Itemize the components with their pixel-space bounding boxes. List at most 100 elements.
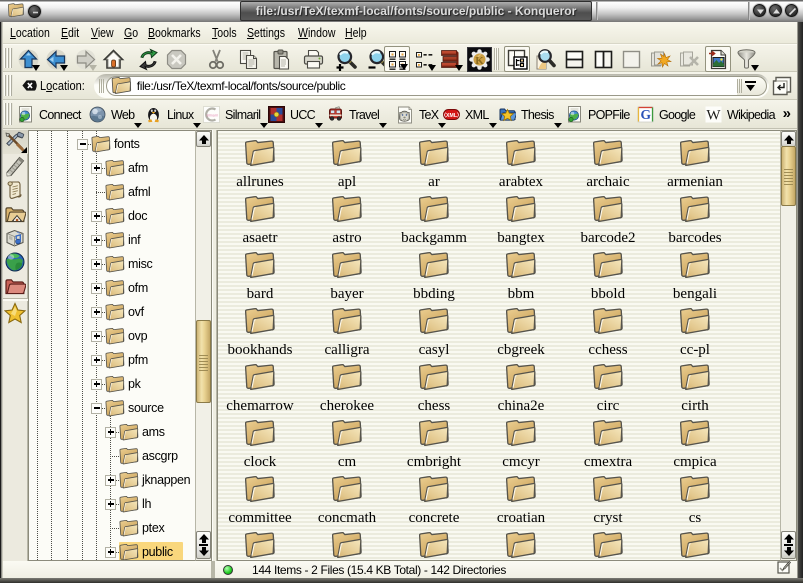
tree-expander-plus[interactable] (91, 163, 102, 174)
tree-expander-plus[interactable] (91, 211, 102, 222)
scroll-updown-button[interactable] (196, 531, 211, 559)
up-button[interactable] (15, 46, 41, 72)
tree-expander-plus[interactable] (91, 331, 102, 342)
forward-button[interactable] (72, 46, 98, 72)
clear-location-icon[interactable] (22, 79, 37, 92)
reload-button[interactable] (136, 46, 162, 72)
folder-item-apl[interactable]: apl (304, 139, 390, 190)
cut-button[interactable] (204, 46, 230, 72)
folder-item-croatian[interactable]: croatian (478, 475, 564, 526)
bookmark-tex[interactable]: TeX (395, 103, 438, 126)
bookmark-toolbar-grip[interactable] (4, 103, 13, 125)
tree-expander-plus[interactable] (105, 499, 116, 510)
folder-item-casyl[interactable]: casyl (391, 307, 477, 358)
folder-item-cmextra[interactable]: cmextra (565, 419, 651, 470)
tree-item-public[interactable]: public (119, 540, 183, 561)
konqueror-gear-button[interactable]: K (466, 46, 492, 72)
folder-item-concmath[interactable]: concmath (304, 475, 390, 526)
folder-item[interactable] (304, 531, 390, 561)
tree-item-doc[interactable]: doc (105, 204, 157, 228)
bookmark-connect[interactable]: Connect (17, 103, 81, 126)
location-toolbar-grip[interactable] (4, 75, 13, 96)
folder-item-bbm[interactable]: bbm (478, 251, 564, 302)
bookmark-travel[interactable]: Travel (327, 103, 379, 126)
menu-tools[interactable]: Tools (212, 23, 237, 42)
close-tab-button[interactable] (676, 46, 702, 72)
menu-edit[interactable]: Edit (61, 23, 79, 42)
go-enter-icon[interactable] (772, 76, 792, 96)
minimize-button[interactable] (753, 4, 766, 17)
folder-item-barcodes[interactable]: barcodes (652, 195, 738, 246)
tree-scrollbar[interactable] (195, 130, 212, 561)
tree-expander-plus[interactable] (91, 355, 102, 366)
sidebar-tab-tools[interactable] (3, 130, 28, 154)
folder-item-barcode2[interactable]: barcode2 (565, 195, 651, 246)
tree-expander-plus[interactable] (91, 307, 102, 318)
bookmark-xml[interactable]: 〈XML〉XML (443, 103, 489, 126)
folder-item[interactable] (565, 531, 651, 561)
tree-item-pk[interactable]: pk (105, 372, 151, 396)
bookmark-web[interactable]: Web (89, 103, 134, 126)
folder-item-allrunes[interactable]: allrunes (217, 139, 303, 190)
home-button[interactable] (101, 46, 127, 72)
menu-view[interactable]: View (91, 23, 114, 42)
folder-item-cryst[interactable]: cryst (565, 475, 651, 526)
back-button[interactable] (43, 46, 69, 72)
folder-item-chess[interactable]: chess (391, 363, 477, 414)
menu-window[interactable]: Window (298, 23, 335, 42)
find-file-button[interactable] (533, 46, 559, 72)
maximize-button[interactable] (769, 4, 782, 17)
folder-item-cm[interactable]: cm (304, 419, 390, 470)
folder-item-cs[interactable]: cs (652, 475, 738, 526)
tree-item-ofm[interactable]: ofm (105, 276, 158, 300)
split-view-top-bottom-button[interactable] (561, 46, 587, 72)
folder-item-ar[interactable]: ar (391, 139, 477, 190)
sidebar-tab-root-folder[interactable] (3, 274, 28, 298)
folder-item-cc-pl[interactable]: cc-pl (652, 307, 738, 358)
folder-item-bbold[interactable]: bbold (565, 251, 651, 302)
folder-item-bbding[interactable]: bbding (391, 251, 477, 302)
folder-item-bengali[interactable]: bengali (652, 251, 738, 302)
tree-expander-plus[interactable] (91, 379, 102, 390)
sidebar-tab-home-directory[interactable] (3, 202, 28, 226)
text-view-button[interactable] (438, 46, 464, 72)
folder-item-cirth[interactable]: cirth (652, 363, 738, 414)
folder-item-cmcyr[interactable]: cmcyr (478, 419, 564, 470)
tree-expander-plus[interactable] (91, 283, 102, 294)
tree-item-pfm[interactable]: pfm (105, 348, 158, 372)
scrollbar-slider[interactable] (781, 146, 796, 206)
folder-item-astro[interactable]: astro (304, 195, 390, 246)
copy-button[interactable] (236, 46, 262, 72)
icon-view-button[interactable] (384, 46, 410, 72)
folder-item-china2e[interactable]: china2e (478, 363, 564, 414)
tree-item-afm[interactable]: afm (105, 156, 158, 180)
tree-item-fonts[interactable]: fonts (91, 132, 150, 156)
folder-item-circ[interactable]: circ (565, 363, 651, 414)
scroll-up-button[interactable] (196, 131, 211, 147)
menu-settings[interactable]: Settings (247, 23, 285, 42)
menu-help[interactable]: Help (345, 23, 367, 42)
folder-item-arabtex[interactable]: arabtex (478, 139, 564, 190)
folder-item-cherokee[interactable]: cherokee (304, 363, 390, 414)
tree-item-ptex[interactable]: ptex (119, 516, 174, 540)
folder-item-chemarrow[interactable]: chemarrow (217, 363, 303, 414)
folder-item-concrete[interactable]: concrete (391, 475, 477, 526)
list-view-button[interactable] (411, 46, 437, 72)
tree-expander-plus[interactable] (91, 235, 102, 246)
sidebar-tab-network[interactable] (3, 250, 28, 274)
folder-item-calligra[interactable]: calligra (304, 307, 390, 358)
sidebar-tab-history[interactable] (3, 178, 28, 202)
bookmark-wikipedia[interactable]: WWikipedia (705, 103, 775, 126)
tree-item-misc[interactable]: misc (105, 252, 163, 276)
close-button[interactable] (785, 4, 798, 17)
tree-expander-plus[interactable] (91, 259, 102, 270)
image-gallery-button[interactable] (705, 46, 731, 72)
tree-item-inf[interactable]: inf (105, 228, 150, 252)
stop-button[interactable] (164, 46, 190, 72)
tree-item-afml[interactable]: afml (105, 180, 160, 204)
folder-item-armenian[interactable]: armenian (652, 139, 738, 190)
print-button[interactable] (300, 46, 326, 72)
new-tab-button[interactable] (648, 46, 674, 72)
menu-location[interactable]: Location (10, 23, 50, 42)
folder-item-committee[interactable]: committee (217, 475, 303, 526)
